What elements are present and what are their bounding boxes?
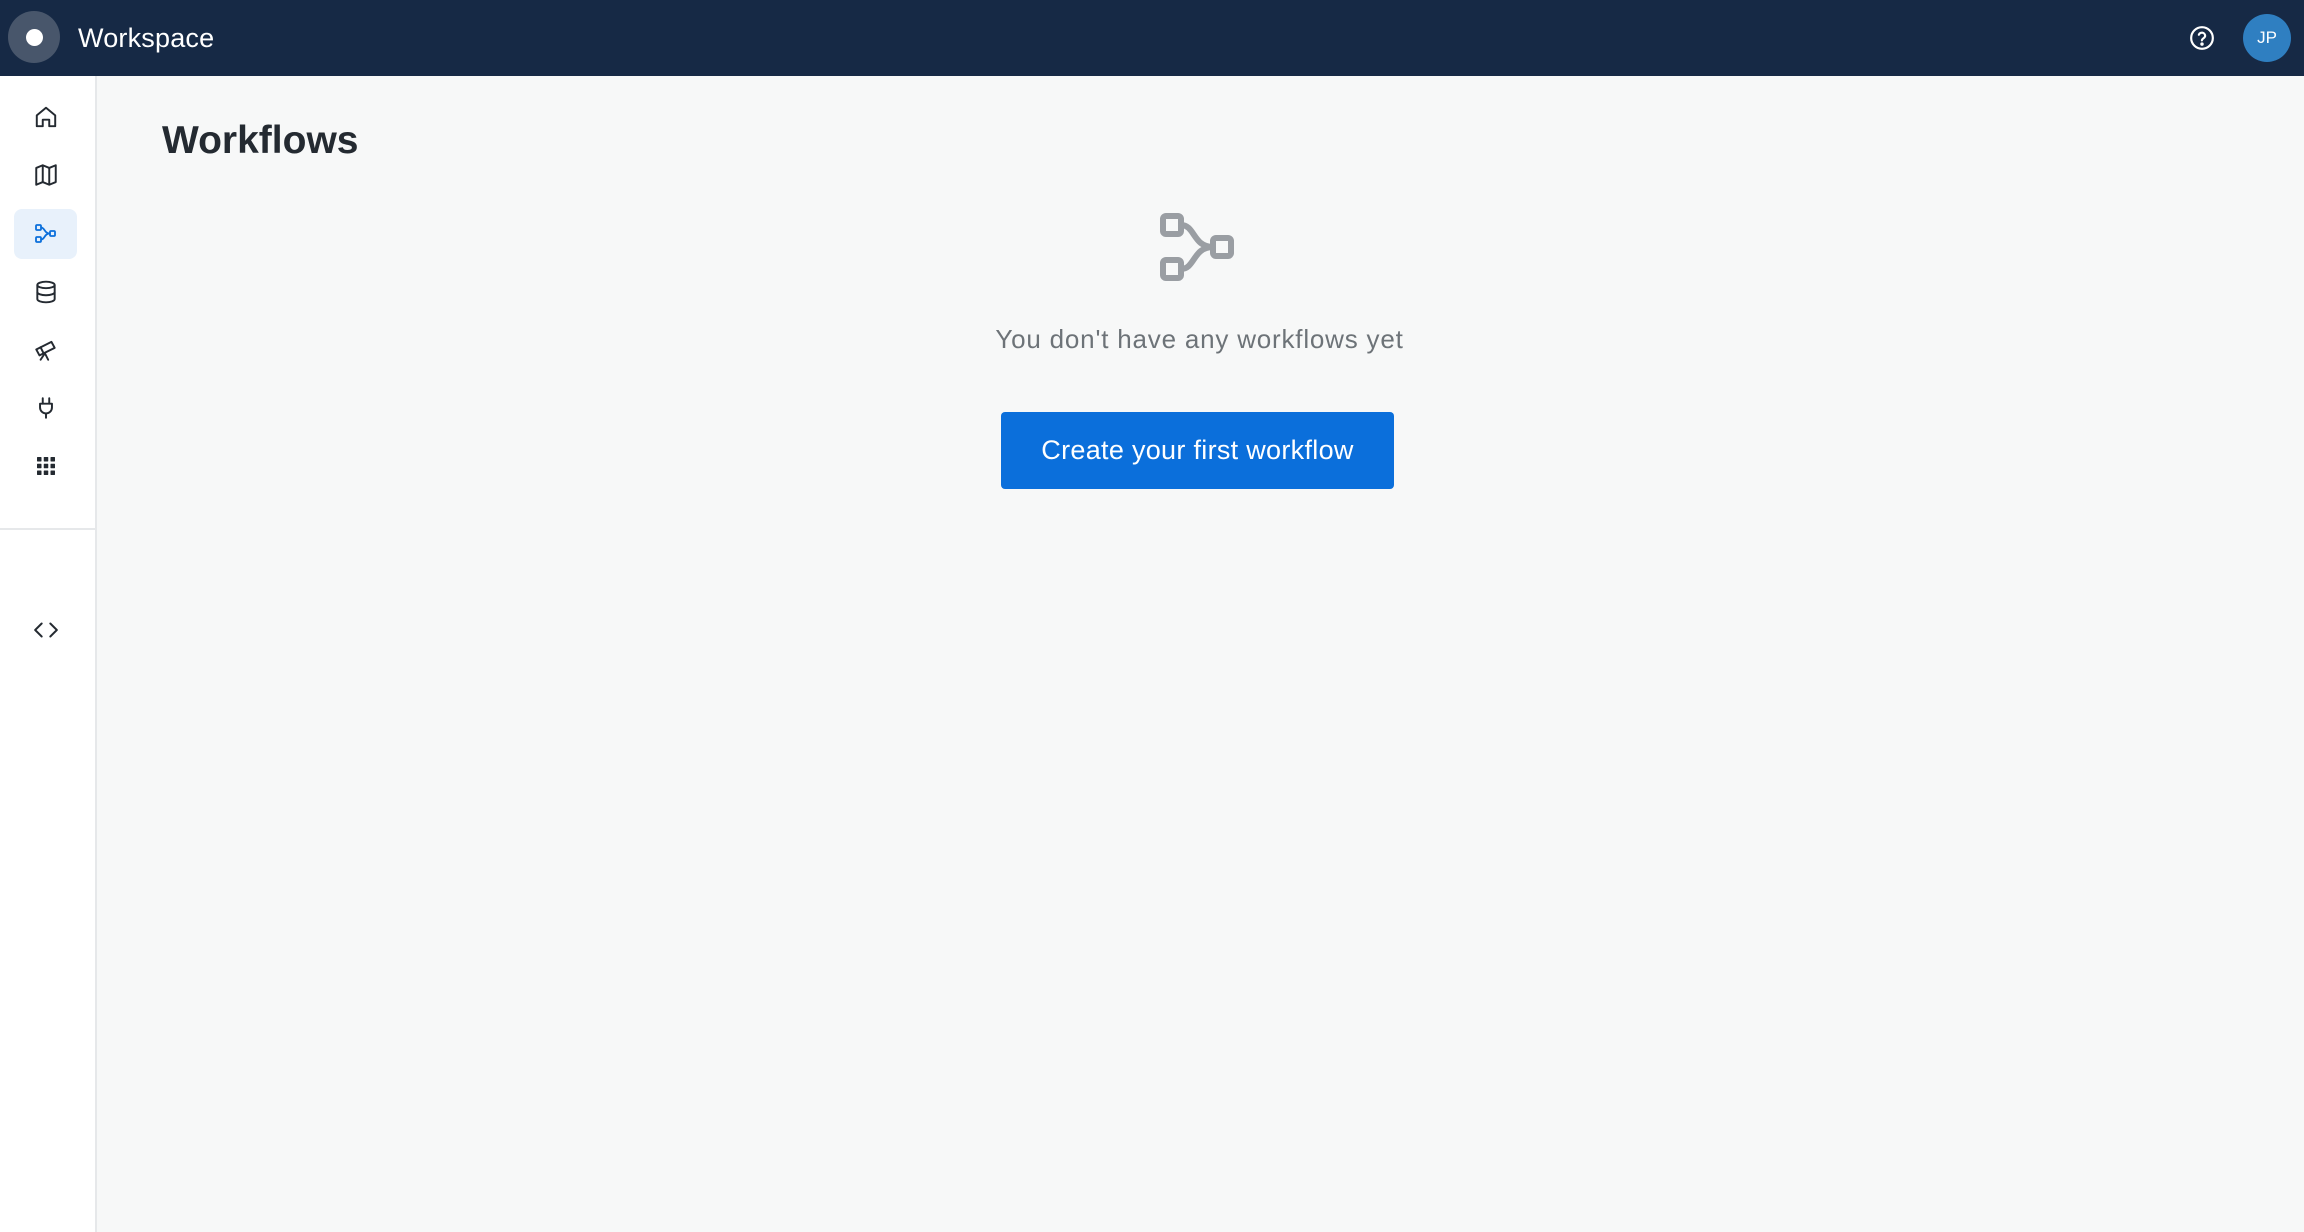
help-button[interactable] <box>2186 22 2218 54</box>
circle-logo-icon <box>25 28 43 46</box>
code-icon <box>33 622 58 638</box>
map-icon <box>34 164 57 186</box>
top-bar: Workspace JP <box>0 0 2304 76</box>
sidebar-item-home[interactable] <box>14 92 77 142</box>
sidebar-item-telescope[interactable] <box>14 325 77 375</box>
sidebar-item-map[interactable] <box>14 150 77 200</box>
create-workflow-button[interactable]: Create your first workflow <box>1001 412 1394 489</box>
database-icon <box>35 280 56 304</box>
user-avatar[interactable]: JP <box>2243 14 2291 62</box>
sidebar-item-workflows[interactable] <box>14 209 77 259</box>
app-title: Workspace <box>78 23 215 53</box>
apps-grid-icon <box>36 457 55 475</box>
sidebar-divider <box>0 528 97 530</box>
workflow-icon <box>1160 213 1234 281</box>
workflow-icon <box>34 224 56 243</box>
sidebar-item-database[interactable] <box>14 267 77 317</box>
sidebar-item-apps[interactable] <box>14 441 77 491</box>
plug-icon <box>38 397 53 419</box>
sidebar-item-developer[interactable] <box>14 605 77 655</box>
empty-state-message: You don't have any workflows yet <box>995 324 1404 354</box>
main-content: Workflows You don't have any workflows y… <box>97 76 2304 1232</box>
page-title: Workflows <box>162 119 359 162</box>
sidebar <box>0 76 97 1232</box>
app-logo[interactable] <box>8 11 60 63</box>
sidebar-item-integrations[interactable] <box>14 383 77 433</box>
home-icon <box>35 106 56 128</box>
question-circle-icon <box>2190 26 2214 50</box>
telescope-icon <box>34 340 56 361</box>
